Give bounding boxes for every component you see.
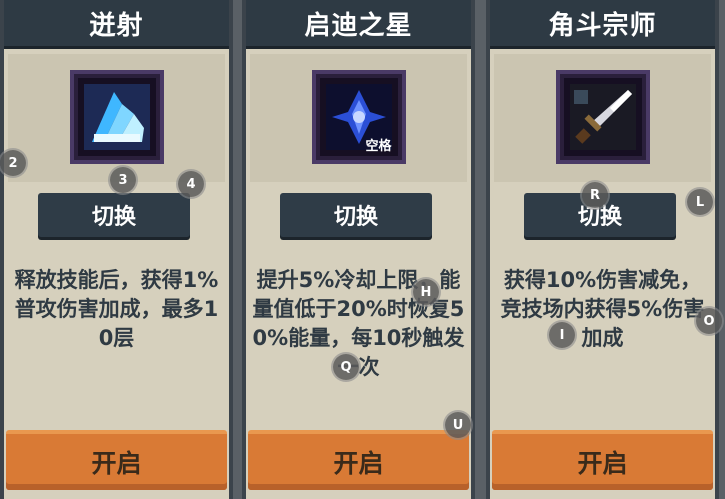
hotkey-hint-h[interactable]: H (413, 279, 439, 305)
hotkey-hint-4[interactable]: 4 (178, 171, 204, 197)
talent-card-enlightenment-star: 启迪之星 空格 切换 提升5%冷却上限，能量值低于20%时恢复50%能量，每10… (242, 0, 475, 499)
icon-panel (8, 54, 225, 182)
sword-icon[interactable] (555, 70, 650, 164)
hotkey-hint-o[interactable]: O (696, 308, 722, 334)
key-badge: 空格 (365, 139, 392, 154)
switch-button[interactable]: 切换 (38, 193, 190, 237)
hotkey-hint-r[interactable]: R (582, 182, 608, 208)
burst-blade-icon[interactable] (69, 70, 164, 164)
hotkey-hint-i[interactable]: I (549, 322, 575, 348)
card-title: 迸射 (4, 0, 229, 49)
hotkey-hint-q[interactable]: Q (333, 354, 359, 380)
talent-card-gladiator-master: 角斗宗师 切换 获得10%伤害减免，竞技场内获得5%伤害加成 开启 (486, 0, 719, 499)
open-button[interactable]: 开启 (6, 430, 227, 490)
card-title: 角斗宗师 (490, 0, 715, 49)
hotkey-hint-2[interactable]: 2 (0, 150, 26, 176)
icon-panel: 空格 (250, 54, 467, 182)
open-button[interactable]: 开启 (248, 430, 469, 490)
hotkey-hint-l[interactable]: L (687, 189, 713, 215)
talent-description: 获得10%伤害减免，竞技场内获得5%伤害加成 (500, 268, 705, 350)
hotkey-hint-u[interactable]: U (445, 412, 471, 438)
open-button[interactable]: 开启 (492, 430, 713, 490)
blue-star-gem-icon[interactable]: 空格 (311, 70, 406, 164)
talent-description: 释放技能后，获得1%普攻伤害加成，最多10层 (14, 268, 219, 350)
card-title: 启迪之星 (246, 0, 471, 49)
talent-card-burst: 迸射 切换 释放技能后，获得1%普攻伤害加成，最多10层 开启 (0, 0, 233, 499)
switch-button[interactable]: 切换 (280, 193, 432, 237)
hotkey-hint-3[interactable]: 3 (110, 167, 136, 193)
icon-panel (494, 54, 711, 182)
